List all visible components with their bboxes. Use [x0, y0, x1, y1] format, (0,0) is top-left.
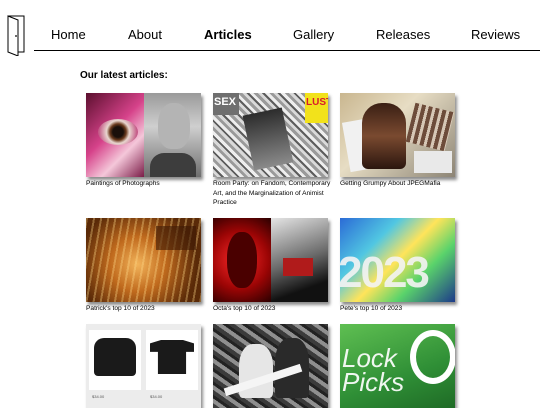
nav-underline [34, 50, 540, 51]
product-price-right: $34.00 [150, 394, 163, 399]
article-card[interactable] [213, 324, 331, 408]
article-title[interactable]: Pete's top 10 of 2023 [340, 304, 458, 314]
article-card[interactable]: Getting Grumpy About JPEGMafia [340, 93, 458, 189]
article-card[interactable]: Patrick's top 10 of 2023 [86, 218, 204, 314]
nav-releases[interactable]: Releases [376, 27, 430, 43]
nav-home[interactable]: Home [51, 27, 86, 43]
article-title[interactable]: Room Party: on Fandom, Contemporary Art,… [213, 179, 331, 208]
article-card[interactable]: Octa's top 10 of 2023 [213, 218, 331, 314]
article-title[interactable]: Octa's top 10 of 2023 [213, 304, 331, 314]
article-thumbnail[interactable] [86, 93, 201, 177]
article-thumbnail[interactable]: 2023 [340, 218, 455, 302]
article-title[interactable]: Getting Grumpy About JPEGMafia [340, 179, 458, 189]
door-logo-icon[interactable] [6, 12, 28, 56]
album-figure [362, 103, 406, 169]
article-card[interactable]: SEX LUST Room Party: on Fandom, Contempo… [213, 93, 331, 208]
article-card[interactable]: 2023 Pete's top 10 of 2023 [340, 218, 458, 314]
page-heading: Our latest articles: [80, 70, 168, 81]
article-thumbnail[interactable] [86, 218, 201, 302]
article-thumbnail[interactable]: Lock Picks [340, 324, 455, 408]
collage-figure [242, 107, 294, 171]
article-card[interactable]: Lock Picks [340, 324, 458, 408]
nav-about[interactable]: About [128, 27, 162, 43]
article-card[interactable]: $34.00 $34.00 [86, 324, 204, 408]
nav-reviews[interactable]: Reviews [471, 27, 520, 43]
article-thumbnail[interactable]: $34.00 $34.00 [86, 324, 201, 408]
portrait-photo [158, 103, 190, 149]
article-thumbnail[interactable] [340, 93, 455, 177]
nav-articles[interactable]: Articles [204, 27, 252, 43]
image-text-lock-picks: Lock Picks [342, 343, 405, 397]
article-thumbnail[interactable] [213, 218, 328, 302]
article-title[interactable]: Paintings of Photographs [86, 179, 204, 189]
top-nav: Home About Articles Gallery Releases Rev… [0, 0, 540, 60]
product-price-left: $34.00 [92, 394, 105, 399]
eye-painting [98, 119, 138, 145]
image-text-year: 2023 [340, 248, 430, 297]
hoodie-image [94, 338, 136, 376]
article-thumbnail[interactable]: SEX LUST [213, 93, 328, 177]
nav-gallery[interactable]: Gallery [293, 27, 334, 43]
image-text-sex: SEX [214, 96, 237, 108]
article-title[interactable]: Patrick's top 10 of 2023 [86, 304, 204, 314]
image-text-lust: LUST [306, 97, 328, 108]
article-thumbnail[interactable] [213, 324, 328, 408]
article-card[interactable]: Paintings of Photographs [86, 93, 204, 189]
